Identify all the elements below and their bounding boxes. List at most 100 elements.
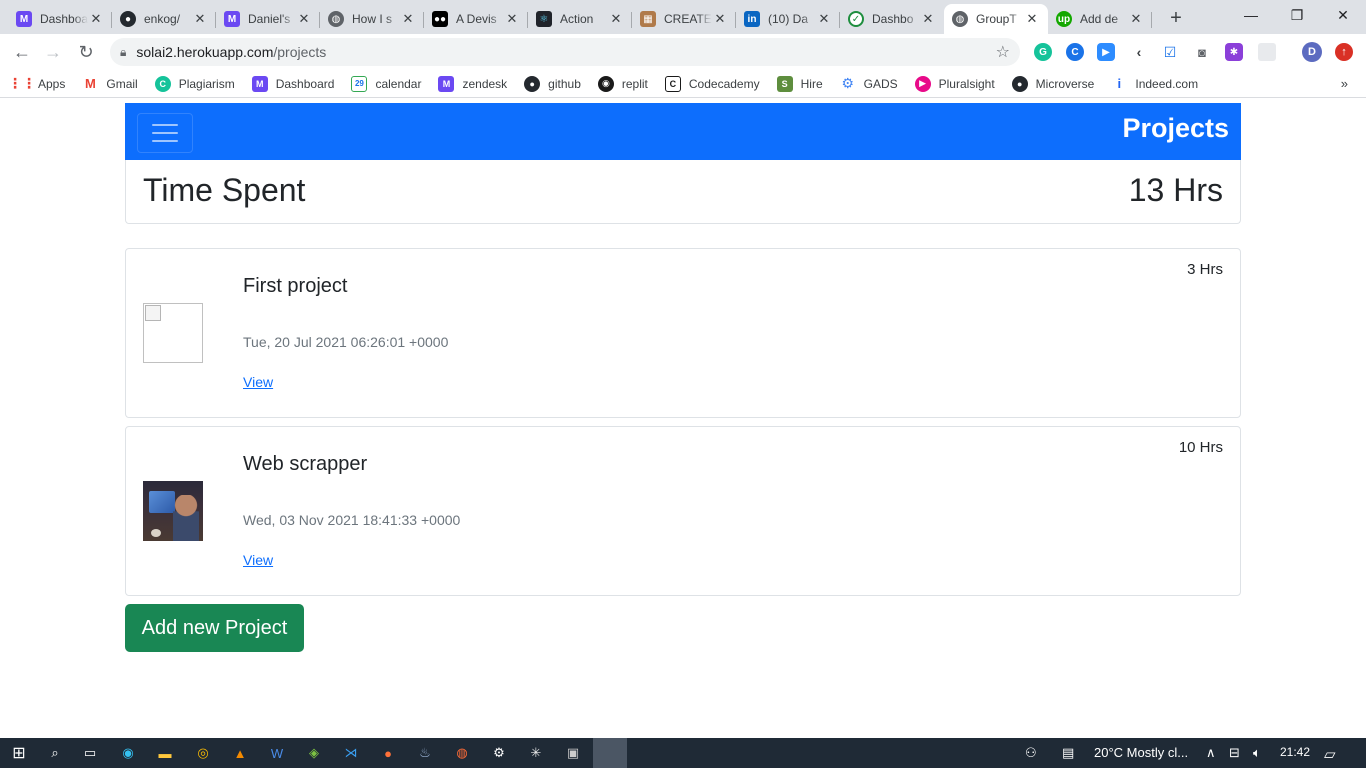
browser-tab[interactable]: ▦ CREATE ✕ [632, 4, 736, 34]
bookmark-dashboard[interactable]: M Dashboard [251, 75, 334, 92]
zoom-icon[interactable]: ▶ [1097, 43, 1115, 61]
network-icon[interactable]: ⊟ [1229, 745, 1240, 761]
shopify-icon: S [776, 75, 793, 92]
file-explorer-icon[interactable]: ▬ [154, 742, 176, 764]
camera-icon[interactable]: ◙ [1193, 43, 1211, 61]
browser-tab[interactable]: up Add de ✕ [1048, 4, 1152, 34]
navbar-brand[interactable]: Projects [1122, 113, 1229, 144]
chevron-right-icon[interactable]: » [1341, 76, 1348, 91]
browser-tab[interactable]: M Dashboard ✕ [8, 4, 112, 34]
bookmark-pluralsight[interactable]: ▶ Pluralsight [914, 75, 995, 92]
bookmark-indeed[interactable]: i Indeed.com [1111, 75, 1198, 92]
bookmark-microverse[interactable]: ● Microverse [1011, 75, 1094, 92]
extension-badge-icon[interactable]: ✱ [1225, 43, 1243, 61]
close-icon[interactable]: ✕ [192, 11, 208, 27]
microverse-icon: M [16, 11, 32, 27]
close-icon[interactable]: ✕ [1128, 11, 1144, 27]
browser-tab[interactable]: ⚛ Action ✕ [528, 4, 632, 34]
slack-icon[interactable]: ✳ [525, 742, 547, 764]
project-view-link[interactable]: View [243, 552, 273, 568]
tab-title: Dashboard [40, 12, 88, 26]
close-icon[interactable]: ✕ [608, 11, 624, 27]
chrome-icon[interactable]: ◎ [192, 742, 214, 764]
search-icon[interactable]: ⌕ [44, 742, 66, 764]
extension-blank-icon[interactable] [1258, 43, 1276, 61]
vscode-icon[interactable]: ⋊ [340, 742, 362, 764]
bookmark-plagiarism[interactable]: C Plagiarism [154, 75, 235, 92]
browser-tab[interactable]: M Daniel's ✕ [216, 4, 320, 34]
browser-tab[interactable]: ●● A Devis ✕ [424, 4, 528, 34]
url-host: solai2.herokuapp.com [136, 44, 274, 60]
bookmark-gads[interactable]: ⚙ GADS [839, 75, 898, 92]
close-icon[interactable]: ✕ [920, 11, 936, 27]
update-icon[interactable]: ↑ [1335, 43, 1353, 61]
menu-toggle-button[interactable] [137, 113, 193, 153]
close-icon[interactable]: ✕ [1024, 11, 1040, 27]
task-view-icon[interactable]: ▭ [79, 742, 101, 764]
terminal-icon[interactable]: ▣ [562, 742, 584, 764]
weather-icon[interactable]: ▤ [1062, 745, 1074, 761]
close-icon[interactable]: ✕ [400, 11, 416, 27]
tab-title: Dashbo [872, 12, 914, 26]
forward-button[interactable]: → [38, 37, 68, 67]
bookmark-apps[interactable]: ⋮⋮ Apps [8, 75, 65, 92]
bookmark-calendar[interactable]: 29 calendar [351, 75, 421, 92]
bookmark-github[interactable]: ● github [524, 75, 581, 92]
bookmarks-bar: ⋮⋮ Apps M Gmail C Plagiarism M Dashboard… [0, 70, 1366, 98]
bookmark-replit[interactable]: ◉ replit [597, 75, 648, 92]
add-new-project-button[interactable]: Add new Project [125, 604, 304, 652]
firefox-icon[interactable]: ● [377, 742, 399, 764]
hamburger-icon-line [152, 140, 178, 142]
photo-screen [149, 491, 175, 513]
grammarly-icon[interactable]: G [1034, 43, 1052, 61]
extension-arrow-icon[interactable]: ‹ [1130, 43, 1148, 61]
settings-gear-icon[interactable]: ⚙ [488, 742, 510, 764]
bookmark-gmail[interactable]: M Gmail [82, 76, 138, 92]
bookmark-zendesk[interactable]: M zendesk [438, 75, 507, 92]
tab-strip: M Dashboard ✕ ● enkog/ ✕ M Daniel's ✕ ◍ … [0, 0, 1366, 34]
people-icon[interactable]: ⚇ [1025, 745, 1037, 761]
tab-title: How I s [352, 12, 393, 26]
extension-c-icon[interactable]: C [1066, 43, 1084, 61]
close-icon[interactable]: ✕ [296, 11, 312, 27]
new-tab-button[interactable]: + [1162, 4, 1190, 32]
close-icon[interactable]: ✕ [504, 11, 520, 27]
clock-time[interactable]: 21:42 [1280, 745, 1310, 759]
browser-tab[interactable]: ◍ How I s ✕ [320, 4, 424, 34]
bookmark-codecademy[interactable]: C Codecademy [664, 75, 760, 92]
project-view-link[interactable]: View [243, 374, 273, 390]
chevron-up-icon[interactable]: ∧ [1206, 745, 1216, 761]
postgres-icon[interactable]: ♨ [414, 742, 436, 764]
weather-text[interactable]: 20°C Mostly cl... [1094, 745, 1188, 760]
back-button[interactable]: ← [7, 37, 37, 67]
browser-tab[interactable]: ● enkog/ ✕ [112, 4, 216, 34]
task-check-icon[interactable]: ☑ [1161, 43, 1179, 61]
bookmark-label: Gmail [106, 76, 138, 91]
android-icon[interactable]: ◈ [303, 742, 325, 764]
close-icon[interactable]: ✕ [816, 11, 832, 27]
browser-tab-active[interactable]: ◍ GroupT ✕ [944, 4, 1048, 34]
close-icon[interactable]: ✕ [712, 11, 728, 27]
bookmark-label: Pluralsight [938, 76, 995, 91]
windows-start-icon[interactable]: ⊞ [8, 742, 30, 764]
vlc-icon[interactable]: ▲ [229, 742, 251, 764]
reload-button[interactable]: ↻ [71, 37, 101, 67]
project-date: Wed, 03 Nov 2021 18:41:33 +0000 [243, 512, 461, 528]
browser-tab[interactable]: in (10) Da ✕ [736, 4, 840, 34]
profile-avatar[interactable]: D [1302, 42, 1322, 62]
bookmark-hire[interactable]: S Hire [776, 75, 823, 92]
address-bar[interactable]: 🔒︎ solai2.herokuapp.com/projects ☆ [110, 38, 1020, 66]
postman-icon[interactable]: ◍ [451, 742, 473, 764]
window-close-button[interactable]: ✕ [1320, 0, 1366, 30]
restore-button[interactable]: ❐ [1274, 0, 1320, 30]
browser-tab[interactable]: ✓ Dashbo ✕ [840, 4, 944, 34]
project-image-broken [143, 303, 203, 363]
volume-icon[interactable]: 🔈︎ [1253, 745, 1261, 761]
notifications-icon[interactable]: ▱ [1324, 745, 1336, 763]
minimize-button[interactable]: — [1228, 0, 1274, 30]
word-icon[interactable]: W [266, 742, 288, 764]
bookmark-star-icon[interactable]: ☆ [996, 42, 1010, 62]
close-icon[interactable]: ✕ [88, 11, 104, 27]
react-icon: ⚛ [536, 11, 552, 27]
edge-icon[interactable]: ◉ [117, 742, 139, 764]
